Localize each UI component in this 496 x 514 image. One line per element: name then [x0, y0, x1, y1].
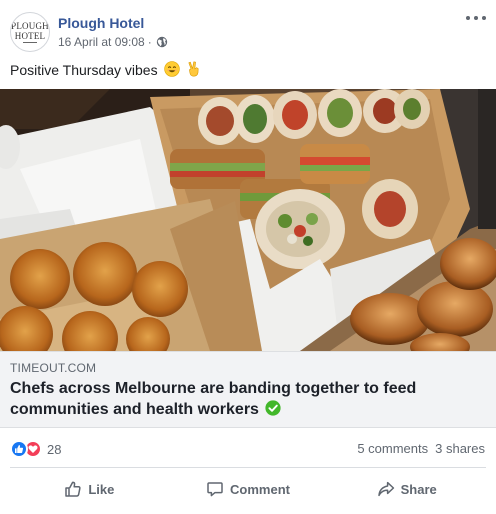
comment-icon [207, 482, 223, 497]
share-label: Share [400, 481, 437, 497]
more-dot [474, 16, 478, 20]
smiling-face-icon [164, 61, 181, 77]
post-body-text: Positive Thursday vibes [10, 62, 158, 78]
meta-separator: · [147, 35, 152, 49]
comment-label: Comment [230, 481, 290, 497]
more-dot [466, 16, 470, 20]
avatar-rule [23, 41, 37, 43]
link-title: Chefs across Melbourne are banding toget… [10, 378, 480, 420]
divider [10, 467, 486, 468]
post-actions: Like Comment Share [10, 472, 486, 506]
page-avatar[interactable]: PLOUGH HOTEL [10, 12, 50, 52]
post-meta: 16 April at 09:08 · [58, 35, 168, 49]
more-dot [482, 16, 486, 20]
like-reaction-icon [10, 440, 28, 458]
link-title-text: Chefs across Melbourne are banding toget… [10, 380, 417, 418]
engagement-counts: 5 comments 3 shares [357, 441, 485, 456]
comments-count-link[interactable]: 5 comments [357, 441, 428, 456]
post-body: Positive Thursday vibes [10, 61, 201, 78]
link-domain: TIMEOUT.COM [10, 361, 97, 375]
globe-icon[interactable] [156, 36, 168, 48]
avatar-line-1: PLOUGH [11, 20, 49, 31]
thumbs-up-icon [65, 481, 81, 497]
like-label: Like [88, 481, 115, 497]
share-arrow-icon [377, 481, 394, 497]
avatar-line-2: HOTEL [14, 30, 46, 41]
page-name-link[interactable]: Plough Hotel [58, 15, 144, 31]
food-platter-image[interactable] [0, 89, 496, 351]
more-options-icon[interactable] [466, 10, 486, 26]
post-timestamp[interactable]: 16 April at 09:08 [58, 35, 145, 49]
like-button[interactable]: Like [10, 472, 169, 506]
victory-hand-icon [188, 61, 199, 77]
facebook-post: PLOUGH HOTEL Plough Hotel 16 April at 09… [0, 0, 496, 514]
link-preview[interactable]: TIMEOUT.COM Chefs across Melbourne are b… [0, 351, 496, 428]
reaction-count: 28 [47, 441, 62, 457]
comment-button[interactable]: Comment [169, 472, 328, 506]
reactions-summary[interactable]: 28 [10, 439, 61, 459]
shares-count-link[interactable]: 3 shares [435, 441, 485, 456]
share-button[interactable]: Share [327, 472, 486, 506]
green-check-icon [265, 400, 282, 416]
